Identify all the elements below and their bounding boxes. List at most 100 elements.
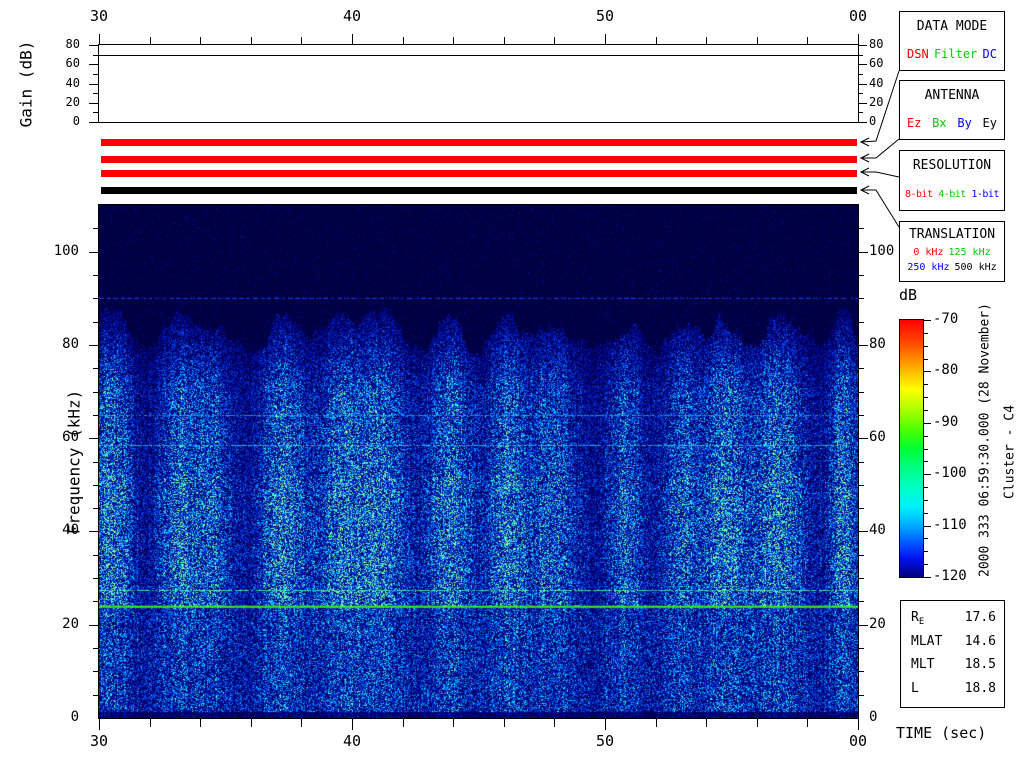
gain-tick-left: [93, 93, 98, 94]
time-tick-label-top: 40: [342, 7, 362, 25]
time-tick-bottom: [453, 719, 454, 727]
time-tick-top: [706, 37, 707, 45]
time-tick-bottom: [858, 719, 859, 730]
time-tick-top: [403, 37, 404, 45]
time-tick-label-bottom: 00: [848, 732, 868, 750]
data-mode-option-filter: Filter: [933, 47, 978, 61]
re-value: 17.6: [964, 610, 996, 626]
antenna-status-bar: [101, 156, 857, 163]
freq-tick-left: [93, 462, 98, 463]
spacecraft-text: Cluster - C4: [1002, 405, 1018, 499]
time-tick-top: [757, 37, 758, 45]
gain-tick-right: [858, 93, 863, 94]
freq-tick-label-right: 60: [869, 429, 886, 445]
time-tick-label-top: 00: [848, 7, 868, 25]
gain-tick-left: [93, 112, 98, 113]
gain-tick-right: [858, 74, 863, 75]
gain-trace: [99, 55, 858, 56]
gain-tick-right: [858, 55, 863, 56]
time-tick-top: [301, 37, 302, 45]
freq-tick-right: [859, 368, 864, 369]
time-tick-bottom: [757, 719, 758, 727]
freq-tick-label-left: 100: [53, 243, 79, 259]
freq-tick-label-left: 60: [62, 429, 79, 445]
time-tick-top: [656, 37, 657, 45]
freq-tick-right: [859, 601, 864, 602]
data-mode-status-bar: [101, 139, 857, 146]
gain-tick-left: [89, 64, 98, 65]
time-tick-bottom: [403, 719, 404, 727]
time-tick-top: [807, 37, 808, 45]
timestamp-text: 2000 333 06:59:30.000 (28 November): [977, 303, 993, 577]
freq-tick-right: [859, 648, 864, 649]
time-tick-bottom: [554, 719, 555, 727]
time-tick-bottom: [301, 719, 302, 727]
freq-tick-left: [93, 555, 98, 556]
colorbar-tick-label: -80: [933, 362, 959, 378]
colorbar-tick: [924, 346, 928, 347]
colorbar-tick: [924, 538, 928, 539]
freq-tick-right: [859, 671, 864, 672]
gain-tick-right: [858, 122, 867, 123]
freq-tick-left: [89, 438, 98, 439]
freq-tick-label-right: 0: [869, 709, 878, 725]
colorbar-tick: [924, 397, 928, 398]
freq-tick-right: [859, 345, 868, 346]
freq-tick-right: [859, 578, 864, 579]
ephemeris-row-re: RE 17.6: [911, 610, 996, 628]
resolution-option-4bit: 4-bit: [938, 189, 966, 200]
gain-tick-label-left: 40: [65, 76, 80, 90]
freq-tick-right: [859, 322, 864, 323]
colorbar-tick: [924, 320, 931, 321]
freq-tick-right: [859, 462, 864, 463]
colorbar-tick: [924, 333, 928, 334]
time-tick-label-bottom: 50: [595, 732, 615, 750]
freq-tick-label-right: 40: [869, 522, 886, 538]
colorbar-tick: [924, 577, 931, 578]
freq-tick-left: [89, 345, 98, 346]
freq-tick-label-left: 20: [62, 616, 79, 632]
freq-tick-right: [859, 392, 864, 393]
wbd-spectrogram-display: Gain (dB) DATA MODE DSN Filter DC ANTENN…: [0, 0, 1024, 768]
freq-tick-left: [93, 695, 98, 696]
colorbar-tick: [924, 384, 928, 385]
gain-tick-right: [858, 84, 867, 85]
resolution-option-8bit: 8-bit: [905, 189, 933, 200]
freq-tick-right: [859, 695, 864, 696]
ephemeris-row-mlat: MLAT 14.6: [911, 633, 996, 649]
resolution-status-bar: [101, 170, 857, 177]
gain-tick-left: [89, 122, 98, 123]
gain-tick-left: [89, 84, 98, 85]
time-axis-label: TIME (sec): [896, 724, 987, 742]
data-mode-option-dsn: DSN: [907, 47, 929, 61]
time-tick-bottom: [150, 719, 151, 727]
colorbar-tick: [924, 436, 928, 437]
freq-tick-left: [89, 531, 98, 532]
freq-tick-left: [93, 578, 98, 579]
colorbar-tick: [924, 487, 928, 488]
time-tick-top: [200, 37, 201, 45]
translation-box: TRANSLATION 0 kHz 125 kHz 250 kHz 500 kH…: [899, 221, 1005, 282]
colorbar-tick-label: -90: [933, 414, 959, 430]
gain-tick-right: [858, 103, 867, 104]
gain-tick-label-right: 80: [869, 37, 884, 51]
freq-tick-right: [859, 508, 864, 509]
time-tick-top: [150, 37, 151, 45]
arrow-translation: [861, 189, 900, 228]
time-tick-top: [453, 37, 454, 45]
arrow-resolution: [861, 171, 900, 178]
antenna-option-ez: Ez: [907, 116, 922, 130]
antenna-option-bx: Bx: [932, 116, 947, 130]
freq-tick-right: [859, 275, 864, 276]
freq-tick-label-left: 40: [62, 522, 79, 538]
time-tick-label-top: 30: [89, 7, 109, 25]
freq-tick-left: [93, 671, 98, 672]
time-tick-top: [605, 34, 606, 45]
colorbar-tick: [924, 423, 931, 424]
data-mode-box: DATA MODE DSN Filter DC: [899, 11, 1005, 71]
gain-tick-right: [858, 45, 867, 46]
time-tick-bottom: [200, 719, 201, 727]
time-tick-bottom: [656, 719, 657, 727]
gain-tick-label-right: 0: [869, 114, 877, 128]
translation-status-bar: [101, 187, 857, 194]
